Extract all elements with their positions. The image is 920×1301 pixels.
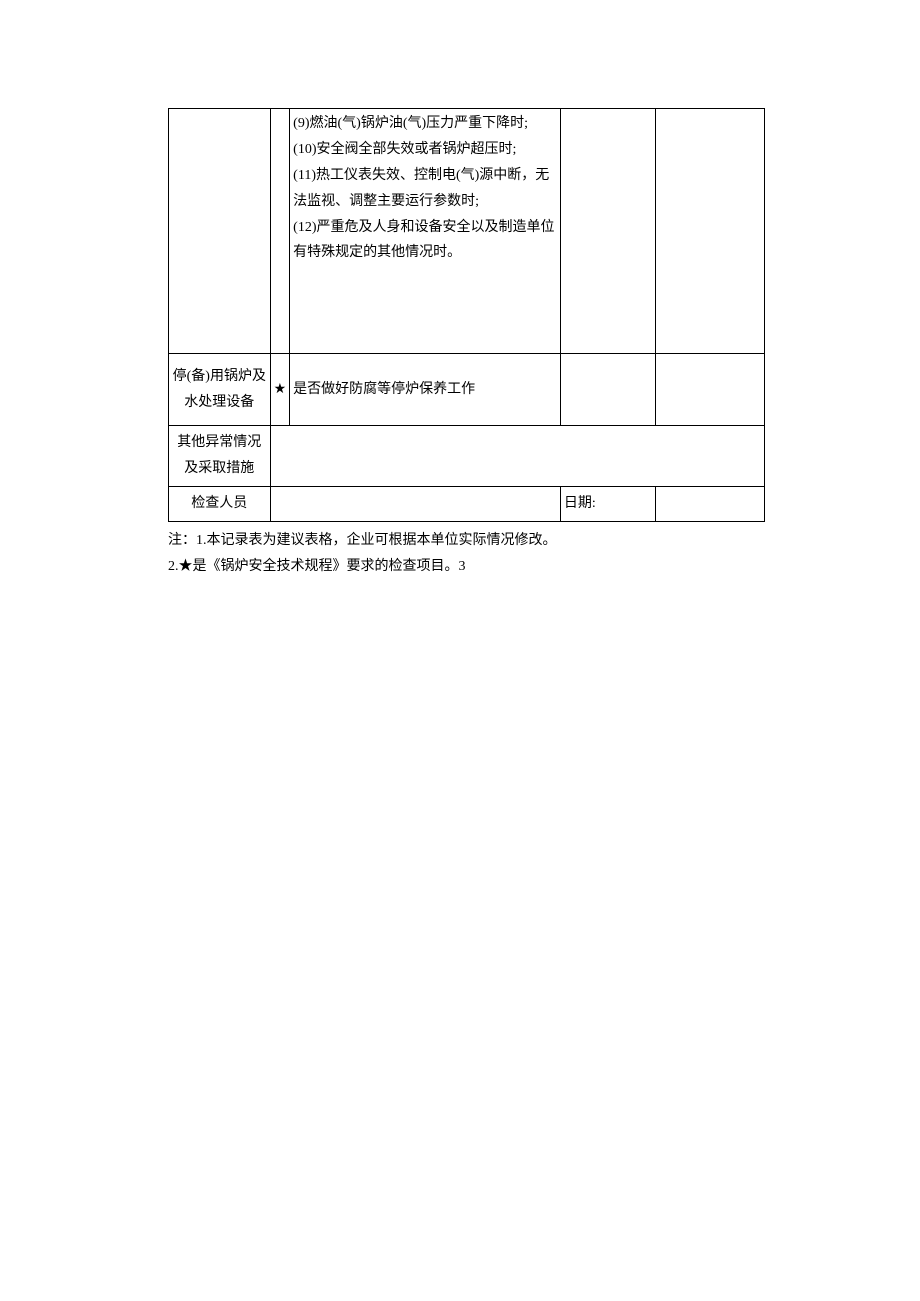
inspection-table: (9)燃油(气)锅炉油(气)压力严重下降时; (10)安全阀全部失效或者锅炉超压… (168, 108, 765, 522)
row4-date-blank (655, 486, 764, 521)
row1-col2 (270, 109, 290, 354)
table-row: 停(备)用锅炉及水处理设备 ★ 是否做好防腐等停炉保养工作 (169, 354, 765, 426)
note-line-1: 注：1.本记录表为建议表格，企业可根据本单位实际情况修改。 (168, 528, 765, 555)
row2-col5 (655, 354, 764, 426)
document-page: (9)燃油(气)锅炉油(气)压力严重下降时; (10)安全阀全部失效或者锅炉超压… (0, 0, 920, 581)
table-row: 检查人员 日期: (169, 486, 765, 521)
row3-col1: 其他异常情况及采取措施 (169, 426, 271, 487)
row2-col4 (560, 354, 655, 426)
row2-col3: 是否做好防腐等停炉保养工作 (290, 354, 561, 426)
note-line-2: 2.★是《锅炉安全技术规程》要求的检查项目。3 (168, 554, 765, 581)
row3-rest (270, 426, 764, 487)
table-row: (9)燃油(气)锅炉油(气)压力严重下降时; (10)安全阀全部失效或者锅炉超压… (169, 109, 765, 354)
table-row: 其他异常情况及采取措施 (169, 426, 765, 487)
footer-notes: 注：1.本记录表为建议表格，企业可根据本单位实际情况修改。 2.★是《锅炉安全技… (168, 528, 765, 581)
row2-col2-star: ★ (270, 354, 290, 426)
row4-date-label: 日期: (560, 486, 655, 521)
row1-col1 (169, 109, 271, 354)
row1-col5 (655, 109, 764, 354)
row4-inspector-label: 检查人员 (169, 486, 271, 521)
row2-col1: 停(备)用锅炉及水处理设备 (169, 354, 271, 426)
row1-col4 (560, 109, 655, 354)
row4-inspector-blank (270, 486, 560, 521)
row1-col3-content: (9)燃油(气)锅炉油(气)压力严重下降时; (10)安全阀全部失效或者锅炉超压… (290, 109, 561, 354)
